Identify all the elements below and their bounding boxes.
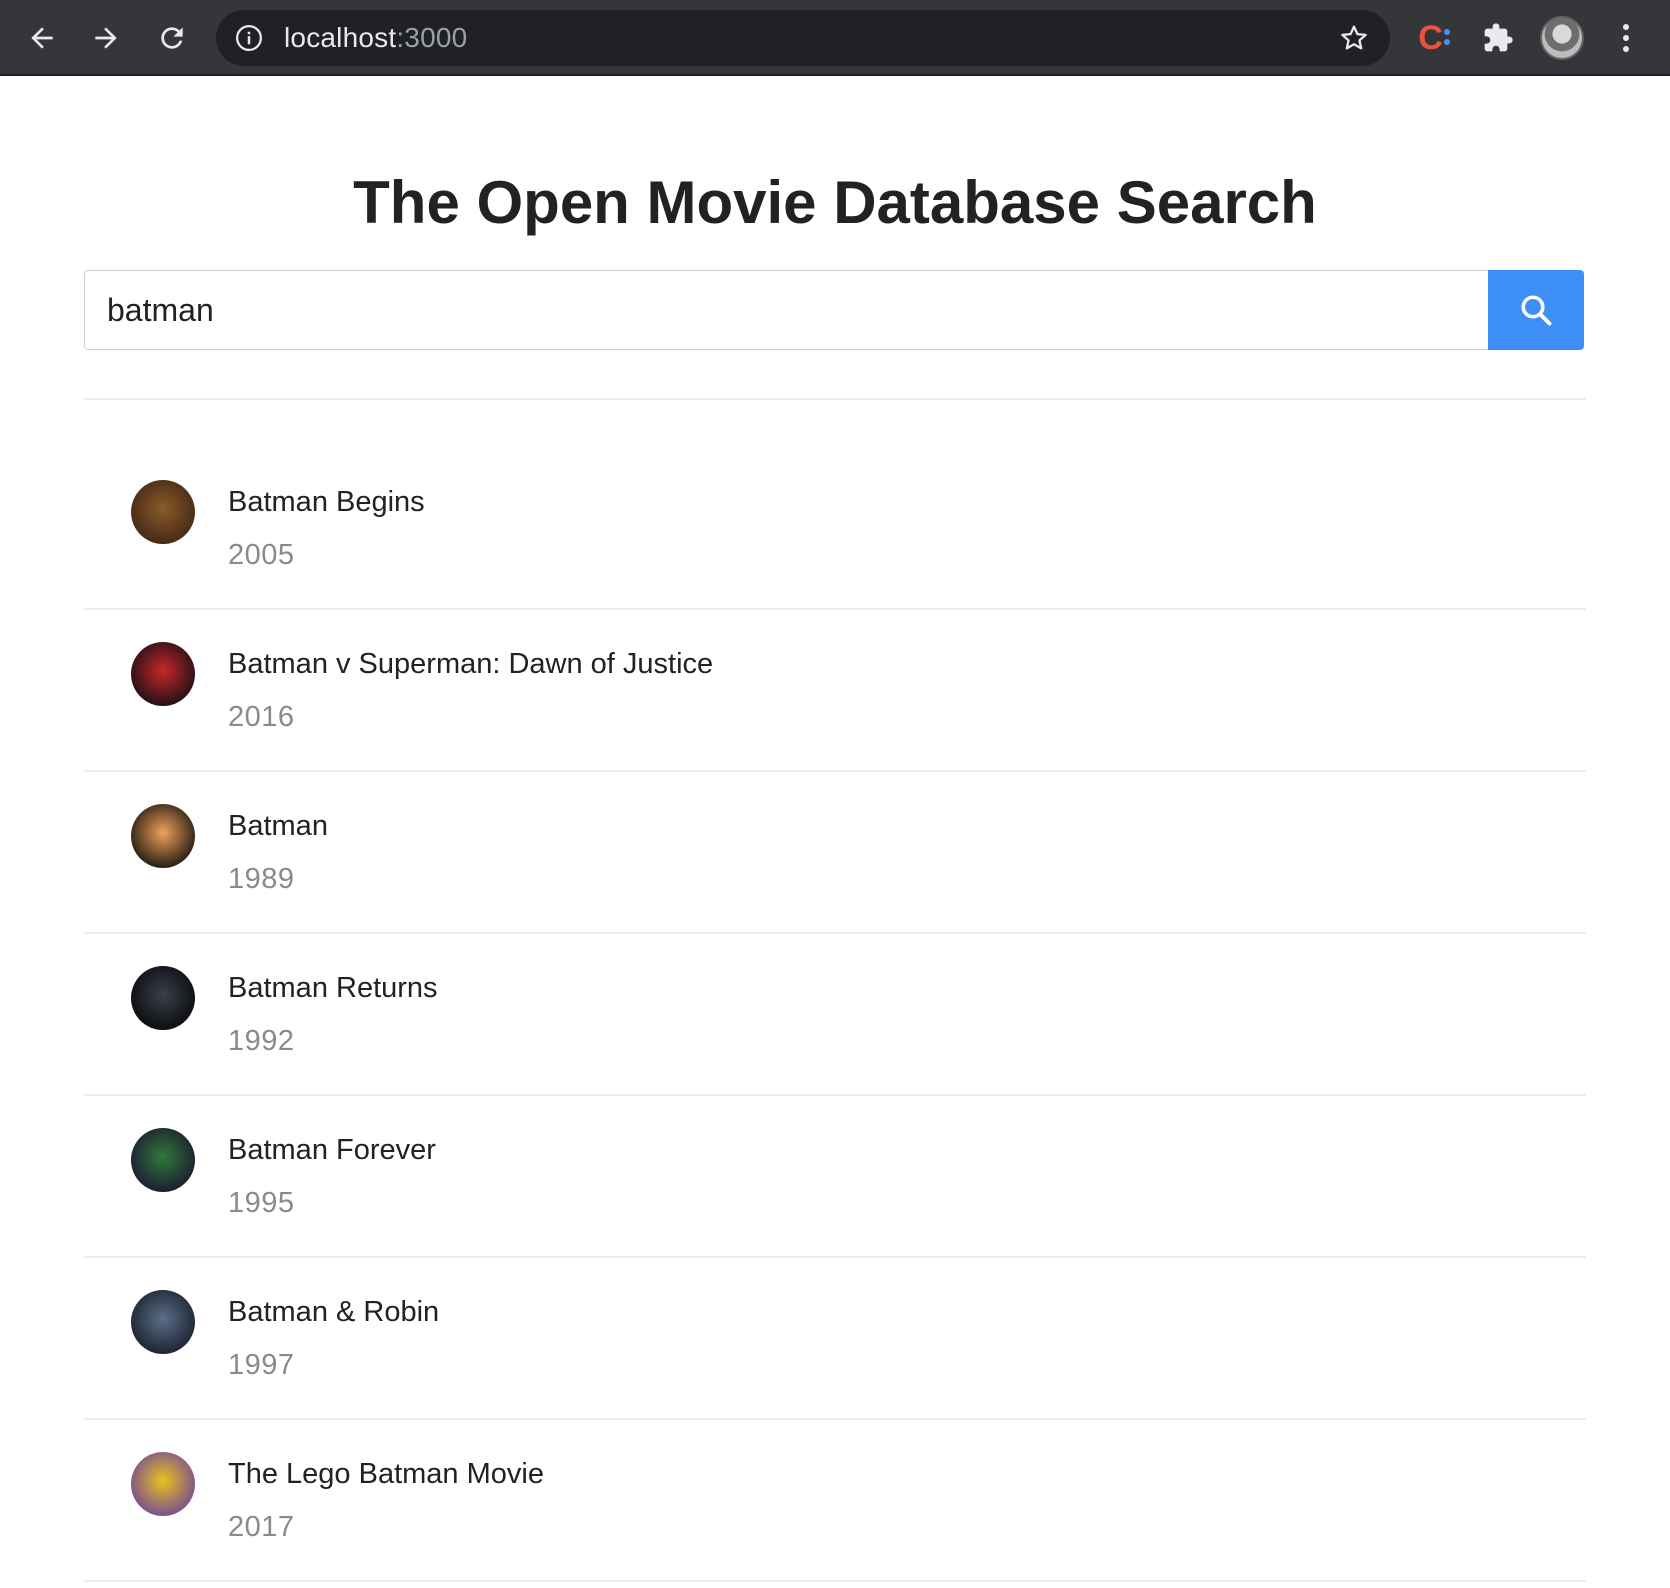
movie-year: 2017 <box>228 1511 295 1543</box>
address-bar[interactable]: localhost:3000 <box>216 10 1390 66</box>
movie-year: 1989 <box>228 863 295 895</box>
movie-poster-thumbnail <box>131 804 195 868</box>
list-item[interactable]: Batman v Superman: Dawn of Justice 2016 <box>84 610 1586 772</box>
results-divider <box>84 398 1586 400</box>
profile-avatar[interactable] <box>1540 16 1584 60</box>
list-item[interactable]: The Lego Batman Movie 2017 <box>84 1420 1586 1582</box>
bookmark-star-icon[interactable] <box>1338 22 1370 54</box>
results-list: Batman Begins 2005 Batman v Superman: Da… <box>84 448 1586 1582</box>
arrow-left-icon <box>31 27 53 49</box>
url-text: localhost:3000 <box>284 24 467 52</box>
extensions-button[interactable] <box>1476 16 1520 60</box>
movie-year: 2005 <box>228 539 295 571</box>
arrow-right-icon <box>95 27 117 49</box>
movie-year: 1997 <box>228 1349 295 1381</box>
extension-c-button[interactable]: C <box>1412 16 1456 60</box>
movie-year: 1995 <box>228 1187 295 1219</box>
movie-title: The Lego Batman Movie <box>228 1458 544 1490</box>
movie-poster-thumbnail <box>131 480 195 544</box>
movie-poster-thumbnail <box>131 1290 195 1354</box>
movie-title: Batman Forever <box>228 1134 436 1166</box>
toolbar-divider <box>0 74 1670 76</box>
extension-c-icon: C <box>1418 21 1450 55</box>
movie-title: Batman Begins <box>228 486 425 518</box>
reload-icon <box>161 27 183 49</box>
url-port: :3000 <box>396 22 468 53</box>
search-input[interactable] <box>84 270 1488 350</box>
forward-button[interactable] <box>82 14 130 62</box>
search-icon <box>1521 295 1552 326</box>
reload-button[interactable] <box>148 14 196 62</box>
list-item[interactable]: Batman Begins 2005 <box>84 448 1586 610</box>
movie-title: Batman & Robin <box>228 1296 440 1328</box>
search-button[interactable] <box>1488 270 1584 350</box>
movie-poster-thumbnail <box>131 1128 195 1192</box>
browser-toolbar: localhost:3000 C <box>0 0 1670 76</box>
more-menu-icon[interactable] <box>1614 20 1638 56</box>
movie-title: Batman <box>228 810 328 842</box>
info-icon[interactable] <box>234 23 264 53</box>
movie-title: Batman Returns <box>228 972 438 1004</box>
url-host: localhost <box>284 22 397 53</box>
list-item[interactable]: Batman & Robin 1997 <box>84 1258 1586 1420</box>
movie-poster-thumbnail <box>131 1452 195 1516</box>
list-item[interactable]: Batman Returns 1992 <box>84 934 1586 1096</box>
search-form <box>84 270 1584 350</box>
movie-year: 2016 <box>228 701 295 733</box>
back-button[interactable] <box>18 14 66 62</box>
movie-title: Batman v Superman: Dawn of Justice <box>228 648 714 680</box>
list-item[interactable]: Batman 1989 <box>84 772 1586 934</box>
list-item[interactable]: Batman Forever 1995 <box>84 1096 1586 1258</box>
movie-poster-thumbnail <box>131 966 195 1030</box>
movie-year: 1992 <box>228 1025 295 1057</box>
puzzle-icon <box>1484 23 1513 52</box>
movie-poster-thumbnail <box>131 642 195 706</box>
page-title: The Open Movie Database Search <box>353 169 1317 236</box>
